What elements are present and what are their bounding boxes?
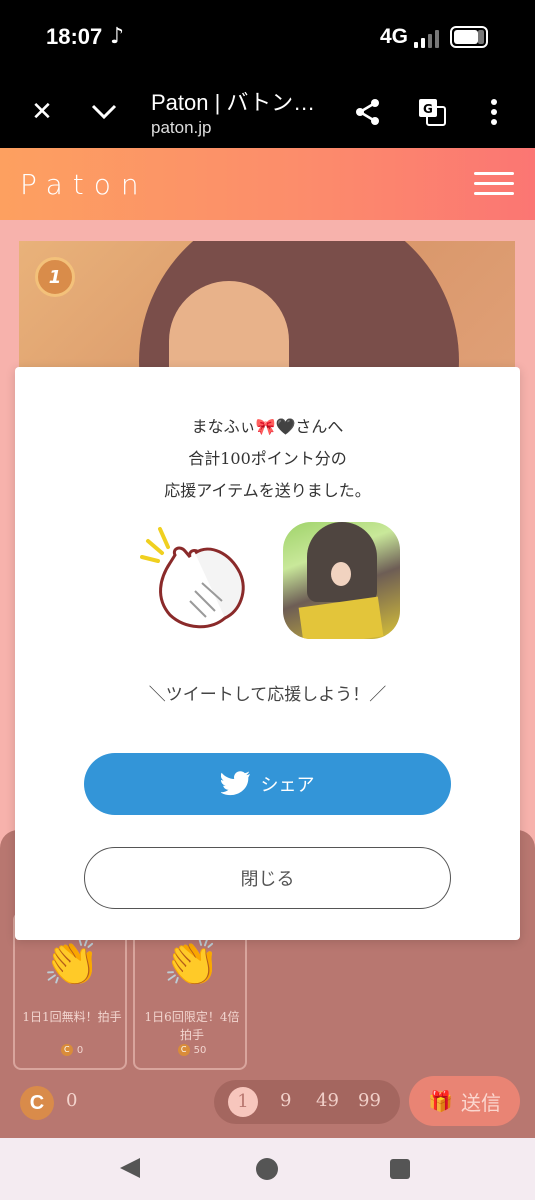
coin-icon: C: [177, 1044, 190, 1056]
network-type: 4G: [380, 25, 409, 48]
rank-number: 1: [48, 266, 62, 288]
page-title: Paton | バトン…: [151, 90, 316, 115]
share-label: シェア: [260, 775, 315, 796]
quantity-option-9[interactable]: 9: [280, 1090, 291, 1111]
recent-apps-icon[interactable]: [390, 1159, 410, 1179]
send-label: 送信: [460, 1090, 501, 1115]
sent-line: 応援アイテムを送りました。: [164, 481, 371, 500]
close-icon[interactable]: ✕: [24, 94, 60, 130]
clapping-hands-icon: [140, 527, 245, 629]
back-icon[interactable]: [120, 1158, 140, 1178]
dialog-message: まなふぃ🎀🖤さんへ 合計100ポイント分の 応援アイテムを送りました。: [15, 411, 520, 507]
clap-pink-icon: 👏: [43, 934, 101, 989]
item-label: 1日6回限定！4倍拍手: [144, 1010, 240, 1042]
translate-icon[interactable]: G: [414, 94, 450, 130]
browser-toolbar: ✕ Paton | バトン… paton.jp G: [0, 76, 535, 148]
clap-orange-icon: 👏: [163, 934, 221, 989]
chevron-down-icon[interactable]: [86, 94, 122, 130]
status-time: 18:07: [46, 24, 103, 49]
item-cost: C0: [15, 1044, 129, 1056]
site-header: Paton: [0, 148, 535, 220]
site-logo[interactable]: Paton: [20, 168, 149, 201]
send-button[interactable]: 🎁 送信: [409, 1076, 520, 1126]
gift-icon: 🎁: [428, 1089, 453, 1113]
more-icon[interactable]: [476, 94, 512, 130]
signal-icon: [414, 28, 442, 48]
status-bar: 18:07 ♪ 4G: [0, 0, 535, 76]
coin-balance: 0: [66, 1090, 78, 1111]
coin-icon: C: [20, 1086, 54, 1120]
item-label: 1日1回無料！拍手: [22, 1010, 122, 1024]
sent-dialog: まなふぃ🎀🖤さんへ 合計100ポイント分の 応援アイテムを送りました。 ＼ツイー…: [15, 367, 520, 940]
close-button[interactable]: 閉じる: [84, 847, 451, 909]
home-icon[interactable]: [256, 1158, 278, 1180]
svg-text:G: G: [423, 102, 433, 116]
tiktok-icon: ♪: [110, 24, 125, 49]
quantity-selector: 1 9 49 99: [214, 1080, 400, 1124]
rank-medal-icon: 1: [35, 257, 75, 297]
system-nav-bar: [0, 1138, 535, 1200]
recipient-avatar: [283, 522, 400, 639]
quantity-option-49[interactable]: 49: [316, 1090, 339, 1111]
page-url: paton.jp: [151, 118, 212, 137]
battery-icon: [450, 26, 488, 48]
tweet-prompt: ＼ツイートして応援しよう！／: [148, 685, 387, 705]
coin-icon: C: [60, 1044, 73, 1056]
quantity-option-1[interactable]: 1: [228, 1087, 258, 1117]
hamburger-menu-icon[interactable]: [474, 172, 514, 196]
points-line: 合計100ポイント分の: [188, 449, 347, 468]
share-icon[interactable]: [350, 94, 386, 130]
quantity-option-99[interactable]: 99: [358, 1090, 381, 1111]
twitter-share-button[interactable]: シェア: [84, 753, 451, 815]
recipient-line: まなふぃ🎀🖤さんへ: [191, 417, 344, 436]
item-cost: C 50: [135, 1044, 249, 1056]
twitter-bird-icon: [220, 771, 250, 796]
